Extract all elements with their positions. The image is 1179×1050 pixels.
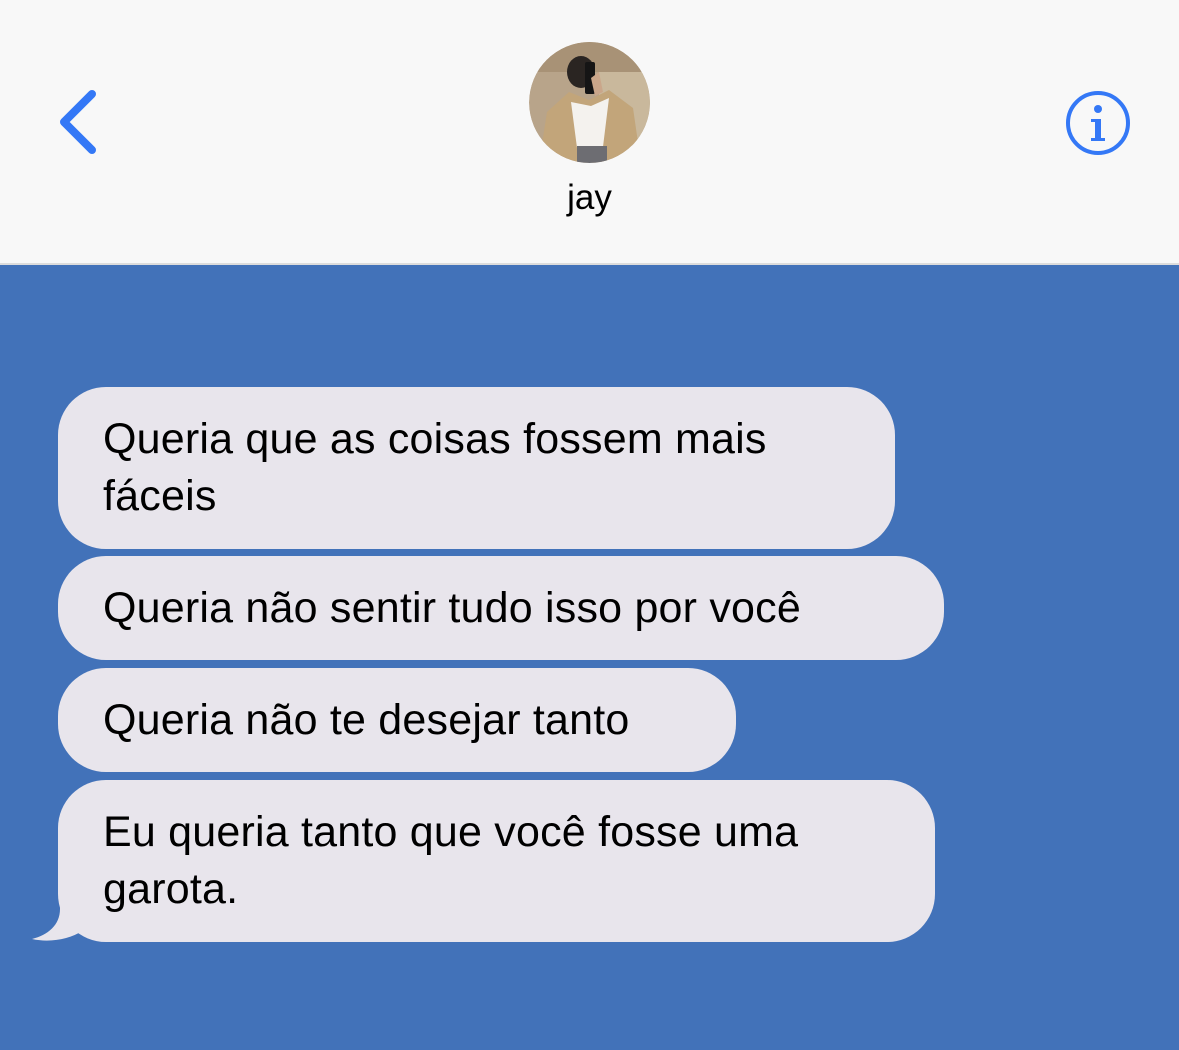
bubble-tail xyxy=(32,889,90,941)
message-bubble-incoming[interactable]: Queria não te desejar tanto xyxy=(58,668,736,772)
avatar[interactable] xyxy=(529,42,650,163)
info-icon xyxy=(1066,91,1130,155)
message-bubble-incoming[interactable]: Eu queria tanto que você fosse uma garot… xyxy=(58,780,935,942)
contact-name[interactable]: jay xyxy=(0,178,1179,218)
avatar-photo xyxy=(529,42,650,163)
chevron-left-icon xyxy=(60,90,96,154)
message-list[interactable]: Queria que as coisas fossem mais fáceis … xyxy=(0,267,1179,1050)
info-button[interactable] xyxy=(1063,88,1133,158)
message-bubble-incoming[interactable]: Queria que as coisas fossem mais fáceis xyxy=(58,387,895,549)
message-bubble-incoming[interactable]: Queria não sentir tudo isso por você xyxy=(58,556,944,660)
back-button[interactable] xyxy=(48,82,108,162)
conversation-header: jay xyxy=(0,0,1179,265)
